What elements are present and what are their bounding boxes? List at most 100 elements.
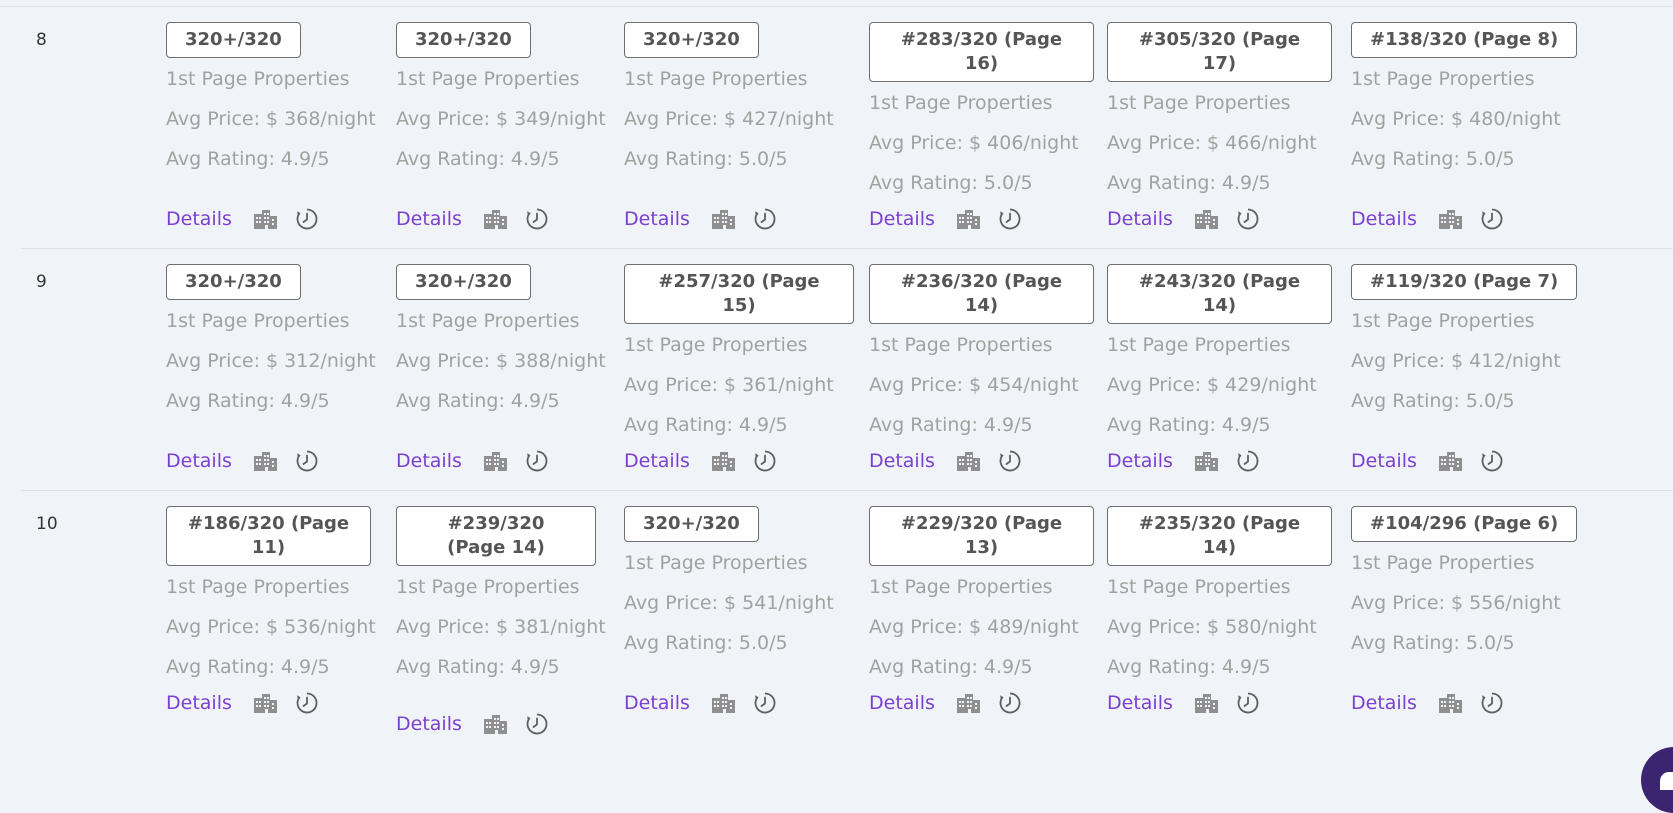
rank-badge[interactable]: #236/320 (Page 14) [869, 264, 1094, 324]
rank-badge[interactable]: #186/320 (Page 11) [166, 506, 371, 566]
details-link[interactable]: Details [1351, 692, 1417, 714]
building-icon[interactable] [482, 450, 508, 472]
details-link[interactable]: Details [624, 450, 690, 472]
building-icon[interactable] [710, 450, 736, 472]
history-clock-icon[interactable] [295, 449, 319, 473]
first-page-properties-label: 1st Page Properties [396, 68, 580, 90]
rank-badge[interactable]: #229/320 (Page 13) [869, 506, 1094, 566]
history-clock-icon[interactable] [525, 712, 549, 736]
history-clock-icon[interactable] [998, 207, 1022, 231]
building-icon[interactable] [955, 692, 981, 714]
avg-rating-text: Avg Rating: 4.9/5 [166, 656, 330, 678]
cell-actions: Details [166, 691, 319, 715]
cell-actions: Details [624, 449, 777, 473]
details-link[interactable]: Details [166, 208, 232, 230]
avg-rating-text: Avg Rating: 4.9/5 [869, 414, 1033, 436]
details-link[interactable]: Details [1107, 208, 1173, 230]
building-icon[interactable] [252, 450, 278, 472]
avg-rating-text: Avg Rating: 4.9/5 [396, 656, 560, 678]
cell-actions: Details [166, 207, 319, 231]
first-page-properties-label: 1st Page Properties [1351, 310, 1535, 332]
avg-rating-text: Avg Rating: 5.0/5 [1351, 390, 1515, 412]
details-link[interactable]: Details [396, 450, 462, 472]
cell-actions: Details [1351, 691, 1504, 715]
history-clock-icon[interactable] [1480, 449, 1504, 473]
history-clock-icon[interactable] [525, 207, 549, 231]
details-link[interactable]: Details [396, 208, 462, 230]
history-clock-icon[interactable] [753, 449, 777, 473]
rank-badge[interactable]: 320+/320 [396, 264, 531, 300]
building-icon[interactable] [252, 692, 278, 714]
first-page-properties-label: 1st Page Properties [624, 334, 808, 356]
rank-badge[interactable]: #104/296 (Page 6) [1351, 506, 1578, 542]
details-link[interactable]: Details [166, 692, 232, 714]
building-icon[interactable] [710, 208, 736, 230]
details-link[interactable]: Details [869, 208, 935, 230]
cell-actions: Details [396, 712, 549, 736]
details-link[interactable]: Details [869, 692, 935, 714]
details-link[interactable]: Details [624, 692, 690, 714]
rank-badge[interactable]: #235/320 (Page 14) [1107, 506, 1332, 566]
building-icon[interactable] [1437, 450, 1463, 472]
rank-cell: #243/320 (Page 14) 1st Page Properties A… [1107, 264, 1332, 472]
first-page-properties-label: 1st Page Properties [1107, 334, 1291, 356]
building-icon[interactable] [1193, 208, 1219, 230]
rank-badge[interactable]: 320+/320 [166, 264, 301, 300]
building-icon[interactable] [955, 208, 981, 230]
history-clock-icon[interactable] [1236, 691, 1260, 715]
history-clock-icon[interactable] [295, 691, 319, 715]
avg-price-text: Avg Price: $ 480/night [1351, 108, 1561, 130]
details-link[interactable]: Details [1107, 450, 1173, 472]
details-link[interactable]: Details [1351, 450, 1417, 472]
building-icon[interactable] [1437, 208, 1463, 230]
details-link[interactable]: Details [624, 208, 690, 230]
history-clock-icon[interactable] [1480, 207, 1504, 231]
history-clock-icon[interactable] [525, 449, 549, 473]
rank-badge[interactable]: #119/320 (Page 7) [1351, 264, 1578, 300]
building-icon[interactable] [482, 208, 508, 230]
history-clock-icon[interactable] [753, 207, 777, 231]
rank-badge[interactable]: #243/320 (Page 14) [1107, 264, 1332, 324]
rank-badge[interactable]: #138/320 (Page 8) [1351, 22, 1578, 58]
building-icon[interactable] [955, 450, 981, 472]
rank-cell: #229/320 (Page 13) 1st Page Properties A… [869, 506, 1094, 714]
rank-badge[interactable]: 320+/320 [624, 506, 759, 542]
rank-badge[interactable]: 320+/320 [624, 22, 759, 58]
details-link[interactable]: Details [1107, 692, 1173, 714]
rank-badge[interactable]: #239/320 (Page 14) [396, 506, 596, 566]
first-page-properties-label: 1st Page Properties [869, 92, 1053, 114]
details-link[interactable]: Details [396, 713, 462, 735]
history-clock-icon[interactable] [998, 691, 1022, 715]
history-clock-icon[interactable] [1236, 449, 1260, 473]
first-page-properties-label: 1st Page Properties [396, 576, 580, 598]
building-icon[interactable] [1193, 450, 1219, 472]
details-link[interactable]: Details [166, 450, 232, 472]
building-icon[interactable] [710, 692, 736, 714]
avg-price-text: Avg Price: $ 412/night [1351, 350, 1561, 372]
history-clock-icon[interactable] [295, 207, 319, 231]
building-icon[interactable] [1193, 692, 1219, 714]
building-icon[interactable] [252, 208, 278, 230]
rank-badge[interactable]: #257/320 (Page 15) [624, 264, 854, 324]
avg-price-text: Avg Price: $ 381/night [396, 616, 606, 638]
rank-badge[interactable]: #305/320 (Page 17) [1107, 22, 1332, 82]
avg-rating-text: Avg Rating: 4.9/5 [396, 148, 560, 170]
rank-cell: #119/320 (Page 7) 1st Page Properties Av… [1351, 264, 1578, 472]
avg-rating-text: Avg Rating: 5.0/5 [869, 172, 1033, 194]
history-clock-icon[interactable] [1480, 691, 1504, 715]
rank-badge[interactable]: 320+/320 [396, 22, 531, 58]
cell-actions: Details [1351, 449, 1504, 473]
details-link[interactable]: Details [1351, 208, 1417, 230]
rank-badge[interactable]: #283/320 (Page 16) [869, 22, 1094, 82]
history-clock-icon[interactable] [998, 449, 1022, 473]
building-icon[interactable] [1437, 692, 1463, 714]
rank-cell: 320+/320 1st Page Properties Avg Price: … [624, 22, 834, 230]
rank-badge[interactable]: 320+/320 [166, 22, 301, 58]
history-clock-icon[interactable] [753, 691, 777, 715]
avg-price-text: Avg Price: $ 388/night [396, 350, 606, 372]
building-icon[interactable] [482, 713, 508, 735]
details-link[interactable]: Details [869, 450, 935, 472]
history-clock-icon[interactable] [1236, 207, 1260, 231]
avg-price-text: Avg Price: $ 406/night [869, 132, 1079, 154]
first-page-properties-label: 1st Page Properties [1107, 576, 1291, 598]
